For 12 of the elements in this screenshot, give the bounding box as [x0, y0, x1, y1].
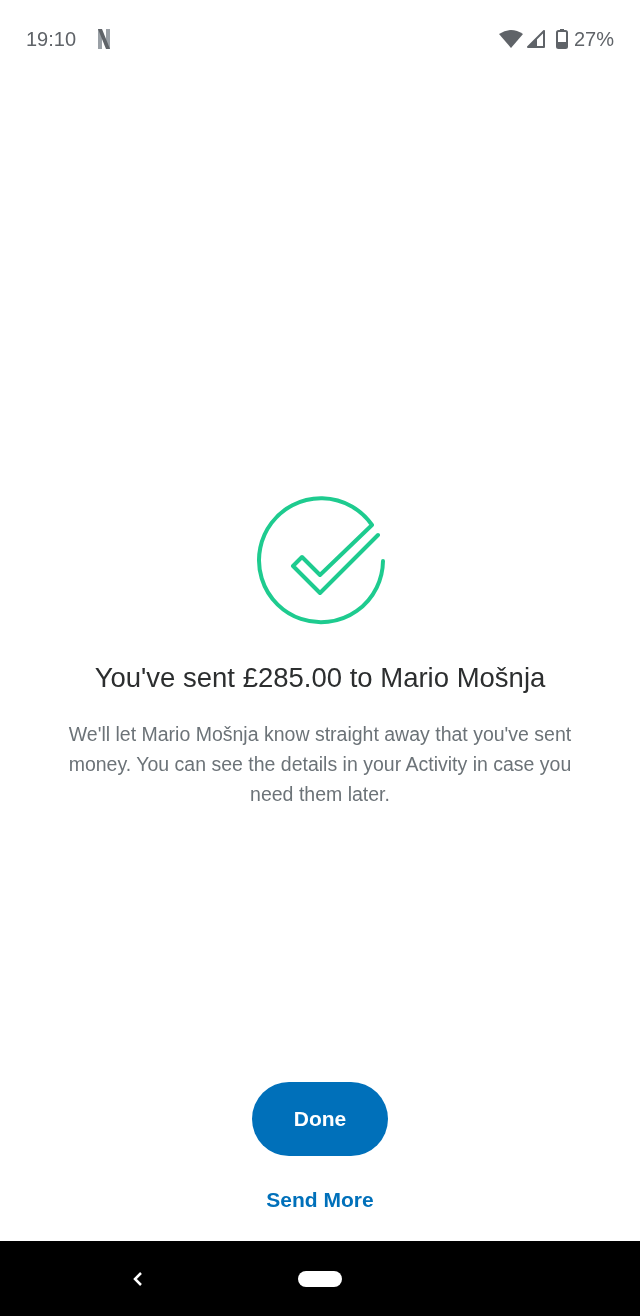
battery-icon [555, 29, 568, 49]
signal-icon [526, 30, 545, 48]
battery-percentage: 27% [573, 27, 614, 51]
confirmation-message: We'll let Mario Mošnja know straight away that you've sent money. You can see the details in your Activity in case you need them later. [67, 722, 573, 807]
status-time: 19:10 [26, 27, 77, 51]
done-button[interactable]: Done [252, 1082, 388, 1156]
wifi-icon [498, 30, 523, 48]
home-button[interactable] [298, 1270, 342, 1287]
back-icon[interactable] [133, 1271, 143, 1286]
send-more-link[interactable]: Send More [262, 1185, 378, 1215]
confirmation-title: You've sent £285.00 to Mario Mošnja [94, 661, 546, 695]
logo-icon [98, 29, 111, 49]
